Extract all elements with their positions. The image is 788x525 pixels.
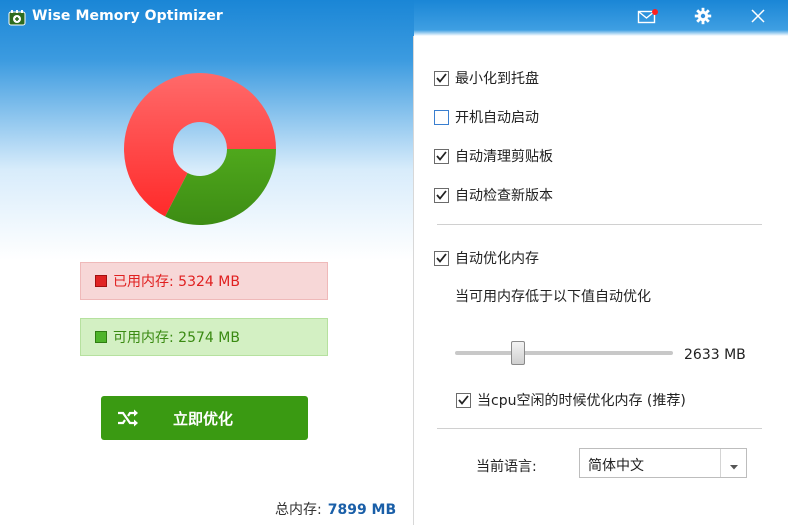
start-on-boot-checkbox[interactable] <box>434 109 449 125</box>
minimize-to-tray-option[interactable]: 最小化到托盘 <box>434 68 539 88</box>
cpu-idle-optimize-label: 当cpu空闲的时候优化内存 (推荐) <box>477 393 686 409</box>
used-memory-label: 已用内存: 5324 MB <box>113 274 240 290</box>
auto-optimize-checkbox[interactable] <box>434 250 449 266</box>
free-memory-box: 可用内存: 2574 MB <box>80 318 328 356</box>
settings-divider-1 <box>437 224 762 225</box>
gear-icon <box>694 7 712 29</box>
auto-clear-clipboard-option[interactable]: 自动清理剪贴板 <box>434 146 553 166</box>
app-logo-icon <box>8 9 26 27</box>
close-icon <box>751 9 765 27</box>
check-icon <box>436 73 447 83</box>
app-title: Wise Memory Optimizer <box>32 8 223 24</box>
notification-dot <box>652 9 658 15</box>
language-selected-value: 简体中文 <box>588 458 644 474</box>
check-icon <box>436 190 447 200</box>
used-legend-square <box>95 275 107 287</box>
auto-optimize-option[interactable]: 自动优化内存 <box>434 248 539 268</box>
minimize-to-tray-label: 最小化到托盘 <box>455 71 539 87</box>
check-icon <box>436 253 447 263</box>
free-memory-label: 可用内存: 2574 MB <box>113 330 240 346</box>
free-legend-square <box>95 331 107 343</box>
total-memory-value: 7899 MB <box>327 502 397 518</box>
language-label: 当前语言: <box>476 459 537 475</box>
title-bar: Wise Memory Optimizer <box>0 0 788 36</box>
optimize-now-button[interactable]: 立即优化 <box>101 396 308 440</box>
auto-clear-clipboard-checkbox[interactable] <box>434 148 449 164</box>
auto-clear-clipboard-label: 自动清理剪贴板 <box>455 149 553 165</box>
check-icon <box>436 151 447 161</box>
auto-check-update-checkbox[interactable] <box>434 187 449 203</box>
cpu-idle-optimize-option[interactable]: 当cpu空闲的时候优化内存 (推荐) <box>456 390 686 410</box>
used-memory-box: 已用内存: 5324 MB <box>80 262 328 300</box>
vertical-divider <box>413 36 414 525</box>
optimize-now-label: 立即优化 <box>173 410 234 428</box>
check-icon <box>458 395 469 405</box>
start-on-boot-label: 开机自动启动 <box>455 110 539 126</box>
memory-donut-chart <box>124 73 277 226</box>
mail-button[interactable] <box>634 6 660 30</box>
donut-free-segment <box>165 149 276 226</box>
threshold-description: 当可用内存低于以下值自动优化 <box>455 289 651 305</box>
language-select[interactable]: 简体中文 <box>579 448 747 478</box>
select-divider <box>720 449 721 477</box>
start-on-boot-option[interactable]: 开机自动启动 <box>434 107 539 127</box>
threshold-value: 2633 MB <box>684 347 746 363</box>
threshold-slider-thumb[interactable] <box>511 341 526 365</box>
settings-divider-2 <box>437 428 762 429</box>
cpu-idle-optimize-checkbox[interactable] <box>456 392 471 408</box>
auto-optimize-label: 自动优化内存 <box>455 251 539 267</box>
threshold-slider-track[interactable] <box>455 351 673 355</box>
total-memory: 总内存: 7899 MB <box>275 499 396 519</box>
chevron-down-icon <box>728 460 740 476</box>
close-button[interactable] <box>745 6 771 30</box>
minimize-to-tray-checkbox[interactable] <box>434 70 449 86</box>
shuffle-icon <box>117 408 139 432</box>
settings-button[interactable] <box>690 6 716 30</box>
total-memory-label: 总内存: <box>275 502 322 518</box>
auto-check-update-option[interactable]: 自动检查新版本 <box>434 185 553 205</box>
auto-check-update-label: 自动检查新版本 <box>455 188 553 204</box>
